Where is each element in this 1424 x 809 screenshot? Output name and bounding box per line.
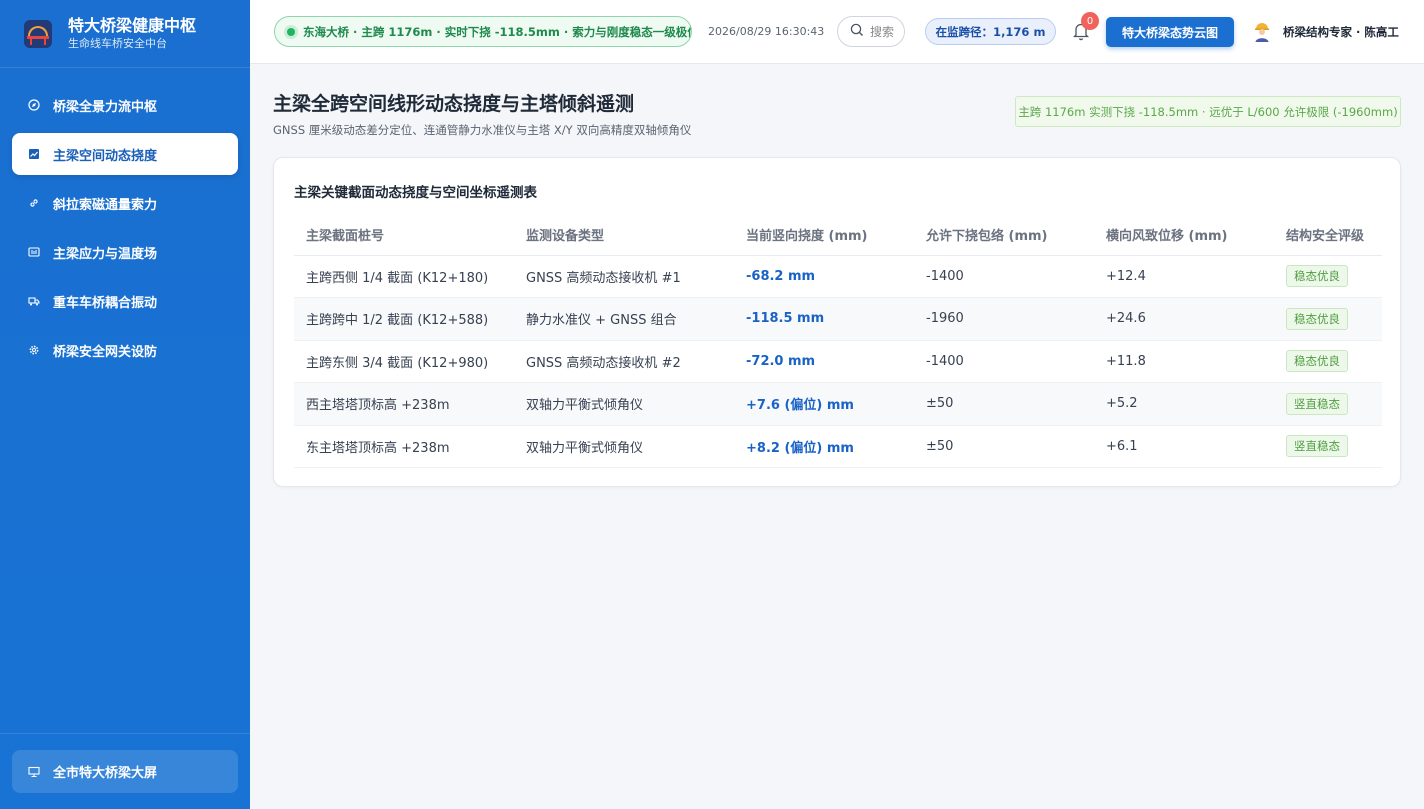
cell-section: 主跨跨中 1/2 截面 (K12+588) bbox=[294, 297, 514, 341]
cell-envelope: -1960 bbox=[914, 297, 1094, 341]
deflection-limit-badge: 主跨 1176m 实测下挠 -118.5mm · 远优于 L/600 允许极限 … bbox=[1015, 96, 1401, 127]
clock: 2026/08/29 16:30:43 bbox=[708, 25, 825, 38]
sidebar-item-label: 斜拉索磁通量索力 bbox=[53, 197, 158, 213]
column-header: 主梁截面桩号 bbox=[294, 215, 514, 256]
page-title: 主梁全跨空间线形动态挠度与主塔倾斜遥测 bbox=[273, 93, 635, 115]
cell-envelope: -1400 bbox=[914, 340, 1094, 383]
cell-device: 静力水准仪 + GNSS 组合 bbox=[514, 297, 734, 341]
sidebar-item-security-gateway[interactable]: 桥梁安全网关设防 bbox=[12, 329, 238, 371]
search-box[interactable] bbox=[837, 16, 905, 47]
notification-count-badge: 0 bbox=[1081, 12, 1099, 30]
line-chart-icon bbox=[28, 148, 40, 160]
column-header: 当前竖向挠度 (mm) bbox=[734, 215, 914, 256]
cell-section: 主跨东侧 3/4 截面 (K12+980) bbox=[294, 340, 514, 383]
cell-deflection: +8.2 (偏位) mm bbox=[734, 425, 914, 468]
cell-device: 双轴力平衡式倾角仪 bbox=[514, 382, 734, 426]
cell-device: GNSS 高频动态接收机 #2 bbox=[514, 340, 734, 383]
cell-rating: 稳态优良 bbox=[1274, 340, 1382, 383]
compass-icon bbox=[28, 99, 40, 111]
cell-rating: 稳态优良 bbox=[1274, 255, 1382, 298]
cell-lateral: +11.8 bbox=[1094, 340, 1274, 383]
grid-panel-icon bbox=[28, 246, 40, 258]
cell-lateral: +12.4 bbox=[1094, 255, 1274, 298]
sidebar-item-stress-temperature[interactable]: 主梁应力与温度场 bbox=[12, 231, 238, 273]
user-menu[interactable]: 桥梁结构专家 · 陈高工 bbox=[1253, 22, 1399, 42]
brand-subtitle: 生命线车桥安全中台 bbox=[68, 36, 167, 50]
cell-deflection: -68.2 mm bbox=[734, 255, 914, 298]
situation-cloud-button[interactable]: 特大桥梁态势云图 bbox=[1106, 17, 1234, 47]
cell-device: GNSS 高频动态接收机 #1 bbox=[514, 255, 734, 298]
table-header-row: 主梁截面桩号 监测设备类型 当前竖向挠度 (mm) 允许下挠包络 (mm) 横向… bbox=[294, 215, 1382, 256]
column-header: 监测设备类型 bbox=[514, 215, 734, 256]
column-header: 横向风致位移 (mm) bbox=[1094, 215, 1274, 256]
cell-section: 主跨西侧 1/4 截面 (K12+180) bbox=[294, 255, 514, 298]
live-status-text: 东海大桥 · 主跨 1176m · 实时下挠 -118.5mm · 索力与刚度稳… bbox=[303, 24, 692, 39]
truck-icon bbox=[28, 295, 40, 307]
cell-envelope: ±50 bbox=[914, 425, 1094, 468]
user-name: 桥梁结构专家 · 陈高工 bbox=[1283, 25, 1399, 39]
status-dot-icon bbox=[287, 27, 295, 36]
search-icon bbox=[850, 22, 864, 41]
sidebar-item-deflection[interactable]: 主梁空间动态挠度 bbox=[12, 133, 238, 175]
sidebar-item-label: 主梁应力与温度场 bbox=[53, 246, 158, 262]
sidebar-item-cable-force[interactable]: 斜拉索磁通量索力 bbox=[12, 182, 238, 224]
column-header: 结构安全评级 bbox=[1274, 215, 1382, 256]
cell-rating: 竖直稳态 bbox=[1274, 382, 1382, 426]
bridge-logo-icon bbox=[24, 19, 52, 48]
sidebar: 特大桥梁健康中枢 生命线车桥安全中台 桥梁全景力流中枢 主梁空间动态挠度 斜拉索… bbox=[0, 0, 250, 809]
cell-lateral: +5.2 bbox=[1094, 382, 1274, 426]
sidebar-item-label: 主梁空间动态挠度 bbox=[53, 148, 158, 164]
search-input[interactable] bbox=[870, 24, 904, 39]
city-screen-button[interactable]: 全市特大桥梁大屏 bbox=[12, 750, 238, 793]
link-icon bbox=[28, 197, 40, 209]
top-header: 东海大桥 · 主跨 1176m · 实时下挠 -118.5mm · 索力与刚度稳… bbox=[250, 0, 1424, 64]
table-row: 东主塔塔顶标高 +238m 双轴力平衡式倾角仪 +8.2 (偏位) mm ±50… bbox=[294, 425, 1382, 468]
cell-rating: 稳态优良 bbox=[1274, 297, 1382, 341]
monitor-icon bbox=[28, 766, 40, 778]
sidebar-item-label: 桥梁全景力流中枢 bbox=[53, 99, 158, 115]
cell-deflection: +7.6 (偏位) mm bbox=[734, 382, 914, 426]
status-badge: 稳态优良 bbox=[1286, 265, 1348, 288]
table-title: 主梁关键截面动态挠度与空间坐标遥测表 bbox=[294, 185, 537, 201]
sidebar-nav: 桥梁全景力流中枢 主梁空间动态挠度 斜拉索磁通量索力 主梁应力与温度场 重车车桥… bbox=[0, 68, 250, 371]
table-row: 西主塔塔顶标高 +238m 双轴力平衡式倾角仪 +7.6 (偏位) mm ±50… bbox=[294, 382, 1382, 426]
column-header: 允许下挠包络 (mm) bbox=[914, 215, 1094, 256]
status-badge: 竖直稳态 bbox=[1286, 392, 1348, 415]
cell-section: 西主塔塔顶标高 +238m bbox=[294, 382, 514, 426]
monitored-span-badge: 在监跨径：1,176 m bbox=[925, 18, 1056, 45]
sidebar-item-label: 重车车桥耦合振动 bbox=[53, 295, 158, 311]
status-badge: 稳态优良 bbox=[1286, 350, 1348, 373]
cell-lateral: +24.6 bbox=[1094, 297, 1274, 341]
brand: 特大桥梁健康中枢 生命线车桥安全中台 bbox=[0, 0, 250, 68]
sidebar-item-overview[interactable]: 桥梁全景力流中枢 bbox=[12, 84, 238, 126]
cell-deflection: -118.5 mm bbox=[734, 297, 914, 341]
cell-rating: 竖直稳态 bbox=[1274, 425, 1382, 468]
brand-title: 特大桥梁健康中枢 bbox=[68, 15, 197, 35]
sidebar-item-vibration[interactable]: 重车车桥耦合振动 bbox=[12, 280, 238, 322]
engineer-avatar-icon bbox=[1253, 22, 1271, 42]
table-row: 主跨西侧 1/4 截面 (K12+180) GNSS 高频动态接收机 #1 -6… bbox=[294, 255, 1382, 298]
cell-envelope: ±50 bbox=[914, 382, 1094, 426]
status-badge: 竖直稳态 bbox=[1286, 435, 1348, 458]
cell-device: 双轴力平衡式倾角仪 bbox=[514, 425, 734, 468]
city-screen-label: 全市特大桥梁大屏 bbox=[53, 766, 158, 781]
gear-icon bbox=[28, 344, 40, 356]
table-row: 主跨跨中 1/2 截面 (K12+588) 静力水准仪 + GNSS 组合 -1… bbox=[294, 297, 1382, 341]
cell-lateral: +6.1 bbox=[1094, 425, 1274, 468]
page-subtitle: GNSS 厘米级动态差分定位、连通管静力水准仪与主塔 X/Y 双向高精度双轴倾角… bbox=[273, 123, 692, 137]
telemetry-table: 主梁截面桩号 监测设备类型 当前竖向挠度 (mm) 允许下挠包络 (mm) 横向… bbox=[294, 215, 1382, 468]
cell-deflection: -72.0 mm bbox=[734, 340, 914, 383]
telemetry-card: 主梁关键截面动态挠度与空间坐标遥测表 主梁截面桩号 监测设备类型 当前竖向挠度 … bbox=[273, 157, 1401, 487]
status-badge: 稳态优良 bbox=[1286, 307, 1348, 330]
cell-envelope: -1400 bbox=[914, 255, 1094, 298]
sidebar-footer: 全市特大桥梁大屏 bbox=[0, 733, 250, 809]
sidebar-item-label: 桥梁安全网关设防 bbox=[53, 344, 158, 360]
cell-section: 东主塔塔顶标高 +238m bbox=[294, 425, 514, 468]
table-row: 主跨东侧 3/4 截面 (K12+980) GNSS 高频动态接收机 #2 -7… bbox=[294, 340, 1382, 383]
live-status-pill: 东海大桥 · 主跨 1176m · 实时下挠 -118.5mm · 索力与刚度稳… bbox=[274, 16, 692, 47]
